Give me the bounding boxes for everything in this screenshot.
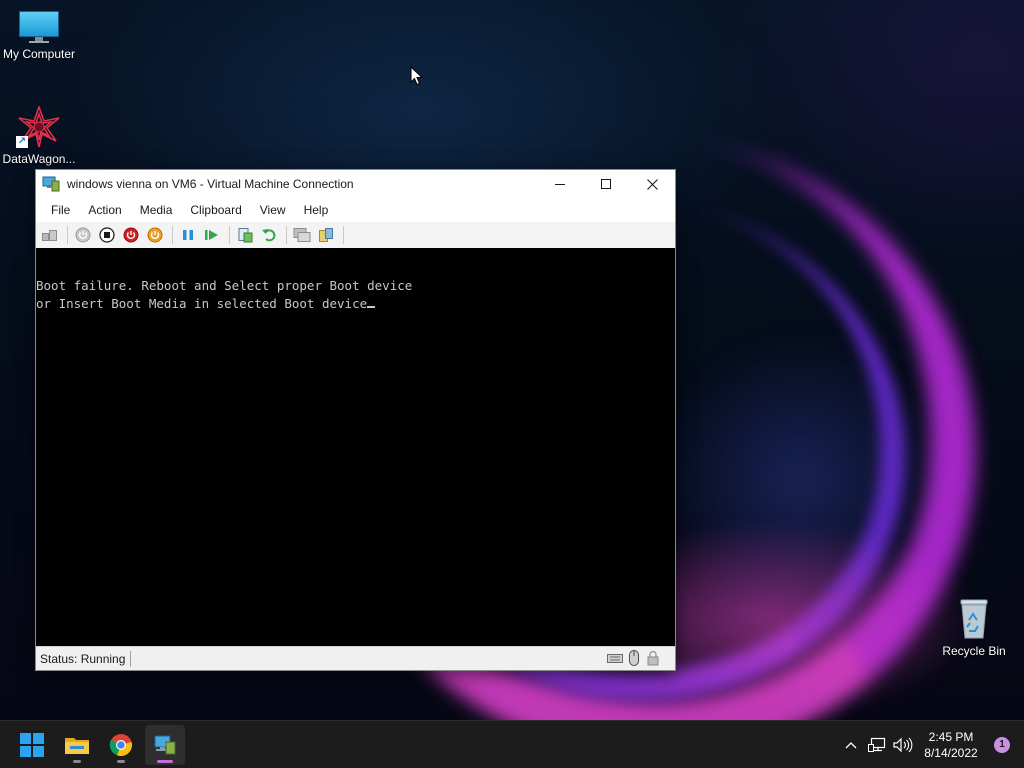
vm-connection-taskbar-button[interactable]	[145, 725, 185, 765]
desktop-icon-label: Recycle Bin	[942, 644, 1006, 658]
chevron-up-icon	[845, 741, 857, 748]
windows-logo-icon	[20, 733, 44, 757]
shortcut-arrow-icon: ↗	[16, 136, 28, 148]
status-text: Status: Running	[36, 650, 132, 667]
enhanced-session-button[interactable]	[291, 224, 313, 246]
chrome-button[interactable]	[101, 725, 141, 765]
chrome-icon	[109, 734, 132, 757]
checkpoint-icon	[238, 228, 253, 243]
monitor-icon	[19, 11, 59, 43]
menu-help[interactable]: Help	[295, 198, 338, 222]
status-icons	[607, 650, 661, 666]
clock[interactable]: 2:45 PM 8/14/2022	[916, 729, 986, 761]
minimize-button[interactable]	[537, 170, 583, 198]
clock-time: 2:45 PM	[928, 729, 974, 744]
taskbar-active-indicator	[157, 760, 173, 763]
mouse-pointer-icon	[410, 66, 424, 86]
toolbar-separator	[67, 226, 68, 244]
toolbar-separator	[343, 226, 344, 244]
notification-badge[interactable]: 1	[994, 736, 1010, 753]
folder-icon	[65, 738, 89, 754]
vm-connection-window[interactable]: windows vienna on VM6 - Virtual Machine …	[35, 169, 676, 671]
reset-icon	[205, 230, 218, 240]
taskbar-running-indicator	[73, 760, 81, 763]
start-button-vm[interactable]	[72, 224, 94, 246]
revert-button[interactable]	[258, 224, 280, 246]
boot-line-2: or Insert Boot Media in selected Boot de…	[36, 296, 368, 311]
enhanced-session-icon	[293, 228, 311, 242]
vm-connection-icon	[154, 735, 176, 755]
menu-bar: File Action Media Clipboard View Help	[36, 198, 675, 222]
toolbar-separator	[286, 226, 287, 244]
ctrl-alt-del-icon	[42, 230, 57, 241]
recycle-bin-icon	[956, 598, 992, 640]
close-icon	[646, 178, 658, 190]
checkpoint-button[interactable]	[234, 224, 256, 246]
show-hidden-icons-button[interactable]	[838, 730, 864, 760]
file-explorer-button[interactable]	[57, 725, 97, 765]
pause-icon	[183, 230, 193, 240]
toolbar	[36, 222, 675, 249]
desktop-icon-my-computer[interactable]: My Computer	[0, 11, 79, 61]
maximize-icon	[601, 179, 611, 189]
ctrl-alt-del-button[interactable]	[39, 224, 61, 246]
network-button[interactable]	[864, 730, 890, 760]
menu-clipboard[interactable]: Clipboard	[181, 198, 250, 222]
save-icon	[147, 227, 163, 243]
boot-line-1: Boot failure. Reboot and Select proper B…	[36, 278, 413, 293]
reset-button[interactable]	[201, 224, 223, 246]
desktop-icon-label: My Computer	[2, 47, 76, 61]
mouse-icon	[626, 650, 642, 666]
window-title: windows vienna on VM6 - Virtual Machine …	[67, 177, 354, 191]
minimize-icon	[555, 184, 565, 185]
start-icon	[75, 227, 91, 243]
text-cursor	[367, 294, 376, 308]
volume-button[interactable]	[890, 730, 916, 760]
taskbar-running-indicator	[117, 760, 125, 763]
datawagon-icon: ↗	[16, 104, 62, 148]
menu-file[interactable]: File	[42, 198, 79, 222]
toolbar-separator	[172, 226, 173, 244]
desktop-icon-recycle-bin[interactable]: Recycle Bin	[934, 598, 1014, 658]
vm-display[interactable]: Boot failure. Reboot and Select proper B…	[36, 248, 675, 647]
menu-media[interactable]: Media	[131, 198, 182, 222]
revert-icon	[262, 229, 276, 242]
pause-button[interactable]	[177, 224, 199, 246]
network-icon	[868, 737, 886, 752]
maximize-button[interactable]	[583, 170, 629, 198]
share-icon	[319, 228, 333, 242]
window-controls	[537, 170, 675, 198]
menu-action[interactable]: Action	[79, 198, 130, 222]
keyboard-icon	[607, 650, 623, 666]
turn-off-icon	[99, 227, 115, 243]
title-bar[interactable]: windows vienna on VM6 - Virtual Machine …	[36, 170, 675, 198]
vm-connection-icon	[42, 176, 60, 192]
status-bar: Status: Running	[36, 646, 675, 670]
menu-view[interactable]: View	[251, 198, 295, 222]
save-button[interactable]	[144, 224, 166, 246]
system-tray: 2:45 PM 8/14/2022 1	[838, 721, 1024, 768]
turn-off-button[interactable]	[96, 224, 118, 246]
boot-message: Boot failure. Reboot and Select proper B…	[36, 278, 412, 312]
shut-down-icon	[123, 227, 139, 243]
start-button[interactable]	[12, 725, 52, 765]
toolbar-separator	[229, 226, 230, 244]
share-button[interactable]	[315, 224, 337, 246]
desktop-icon-label: DataWagon...	[2, 152, 76, 166]
lock-icon	[645, 650, 661, 666]
clock-date: 8/14/2022	[924, 745, 978, 760]
volume-icon	[893, 737, 913, 752]
taskbar: 2:45 PM 8/14/2022 1	[0, 720, 1024, 768]
desktop-icon-datawagon[interactable]: ↗ DataWagon...	[0, 104, 79, 166]
close-button[interactable]	[629, 170, 675, 198]
shut-down-button[interactable]	[120, 224, 142, 246]
